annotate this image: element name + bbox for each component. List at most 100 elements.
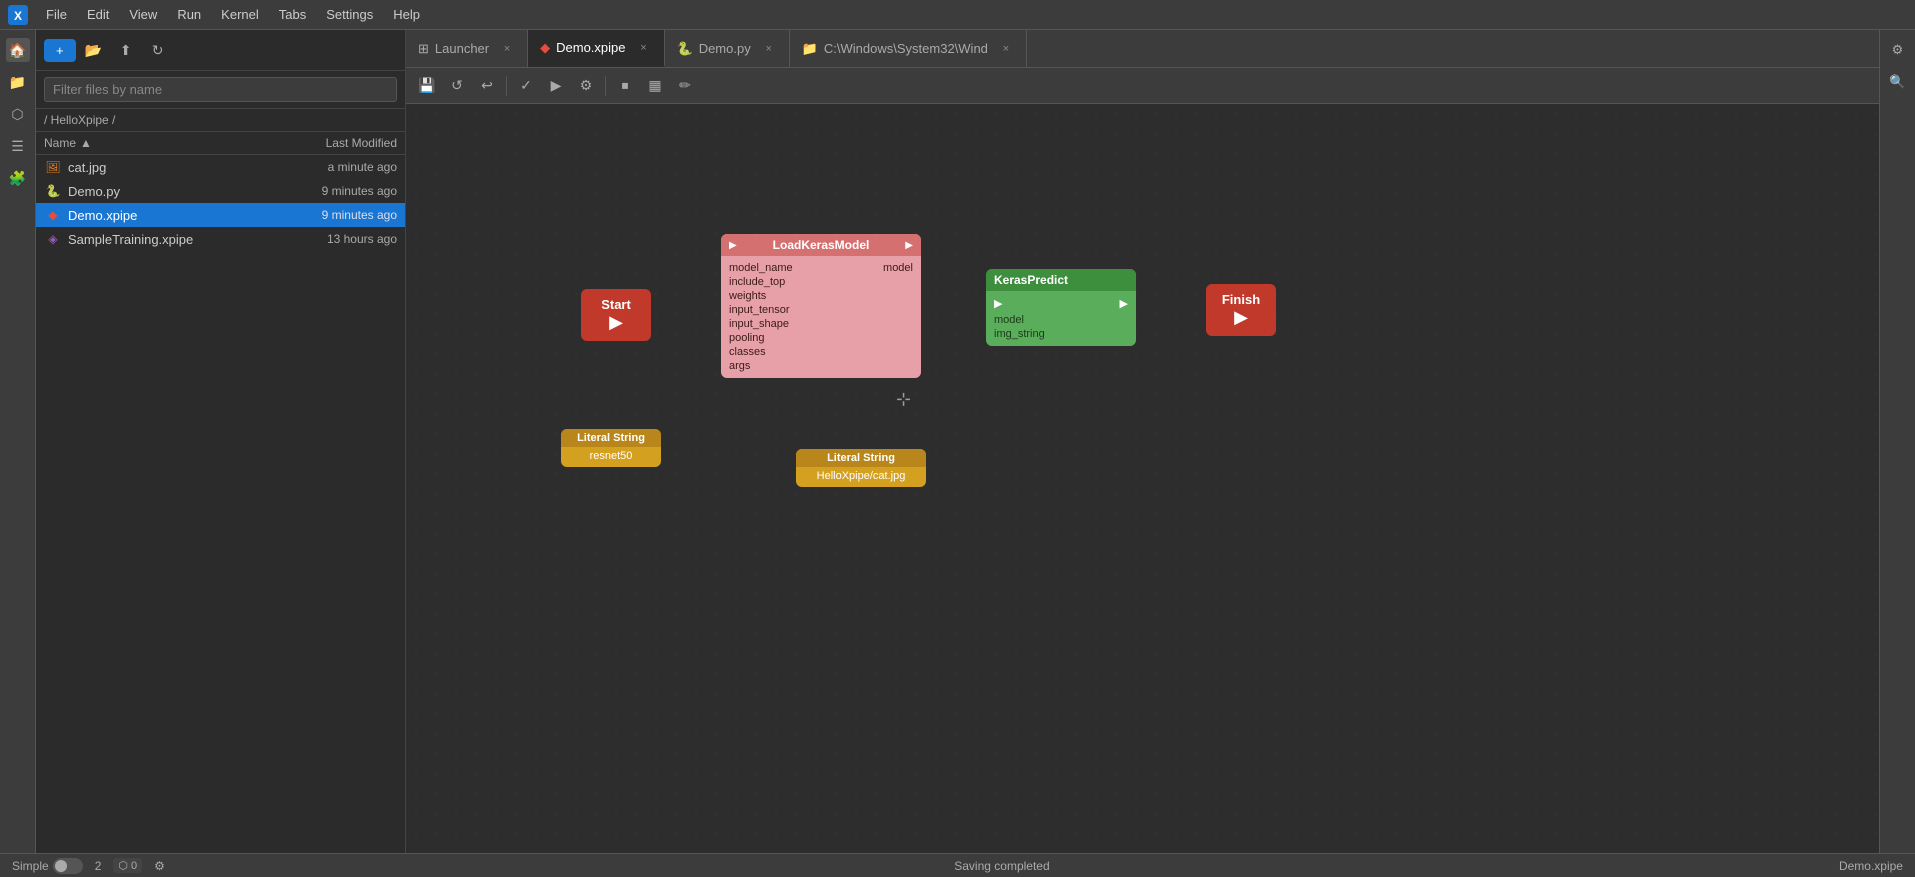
file-name: cat.jpg xyxy=(68,160,267,175)
file-item-demo-xpipe[interactable]: ◆ Demo.xpipe 9 minutes ago xyxy=(36,203,405,227)
svg-text:X: X xyxy=(14,9,22,23)
file-name: Demo.xpipe xyxy=(68,208,267,223)
tab-close-system32[interactable]: × xyxy=(998,41,1014,57)
upload-button[interactable]: ⬆ xyxy=(112,36,140,64)
file-list-header: Name ▲ Last Modified xyxy=(36,132,405,155)
status-message: Saving completed xyxy=(954,859,1049,873)
file-item-cat[interactable]: 🖼 cat.jpg a minute ago xyxy=(36,155,405,179)
node-literal-string-1[interactable]: Literal String resnet50 xyxy=(561,429,661,467)
tab-close-demo-xpipe[interactable]: × xyxy=(636,40,652,56)
tabs-bar: ⊞ Launcher × ◆ Demo.xpipe × 🐍 Demo.py × … xyxy=(406,30,1879,68)
tab-label: Demo.py xyxy=(699,41,751,56)
right-settings-icon[interactable]: ⚙ xyxy=(1886,38,1910,62)
tab-demo-xpipe[interactable]: ◆ Demo.xpipe × xyxy=(528,30,664,67)
sidebar-icon-list[interactable]: ☰ xyxy=(6,134,30,158)
check-button[interactable]: ✓ xyxy=(513,73,539,99)
toolbar-separator-2 xyxy=(605,76,606,96)
sidebar-icon-files[interactable]: 📁 xyxy=(6,70,30,94)
tab-launcher[interactable]: ⊞ Launcher × xyxy=(406,30,528,67)
node-finish[interactable]: Finish ▶ xyxy=(1206,284,1276,336)
left-sidebar: 🏠 📁 ⬡ ☰ 🧩 xyxy=(0,30,36,853)
save-button[interactable]: 💾 xyxy=(414,73,440,99)
menu-run[interactable]: Run xyxy=(169,5,209,24)
app-logo: X xyxy=(8,5,28,25)
lkm-port-input-tensor: input_tensor xyxy=(729,304,913,316)
tab-label: Launcher xyxy=(435,41,489,56)
sidebar-icon-home[interactable]: 🏠 xyxy=(6,38,30,62)
sidebar-icon-extensions[interactable]: 🧩 xyxy=(6,166,30,190)
plus-icon: + xyxy=(56,43,64,58)
file-item-sample-training[interactable]: ◈ SampleTraining.xpipe 13 hours ago xyxy=(36,227,405,251)
tab-system32[interactable]: 📁 C:\Windows\System32\Wind × xyxy=(790,30,1027,67)
file-name: SampleTraining.xpipe xyxy=(68,232,267,247)
search-bar xyxy=(36,71,405,109)
lkm-port-pooling: pooling xyxy=(729,332,913,344)
menu-kernel[interactable]: Kernel xyxy=(213,5,267,24)
column-modified[interactable]: Last Modified xyxy=(267,136,397,150)
edit-button[interactable]: ✏ xyxy=(672,73,698,99)
settings-button[interactable]: ⚙ xyxy=(573,73,599,99)
new-button[interactable]: + + xyxy=(44,39,76,62)
node-finish-label: Finish xyxy=(1222,292,1260,307)
node-keras-predict[interactable]: KerasPredict ▶ ▶ model img_string xyxy=(986,269,1136,346)
connections-svg xyxy=(406,104,706,254)
menu-file[interactable]: File xyxy=(38,5,75,24)
right-sidebar: ⚙ 🔍 xyxy=(1879,30,1915,853)
pipeline-canvas[interactable]: Start ▶ ▶ LoadKerasModel ▶ model_name mo xyxy=(406,104,1879,853)
active-file: Demo.xpipe xyxy=(1839,859,1903,873)
menu-settings[interactable]: Settings xyxy=(318,5,381,24)
lkm-port-weights: weights xyxy=(729,290,913,302)
simple-toggle[interactable]: Simple xyxy=(12,858,83,874)
lkm-port-classes: classes xyxy=(729,346,913,358)
grid-button[interactable]: ▦ xyxy=(642,73,668,99)
right-inspector-icon[interactable]: 🔍 xyxy=(1886,70,1910,94)
menu-edit[interactable]: Edit xyxy=(79,5,117,24)
move-cursor: ⊹ xyxy=(896,389,911,410)
node-start[interactable]: Start ▶ xyxy=(581,289,651,341)
node-finish-play: ▶ xyxy=(1234,307,1248,328)
tab-close-demo-py[interactable]: × xyxy=(761,41,777,57)
undo-button[interactable]: ↩ xyxy=(474,73,500,99)
run-button[interactable]: ▶ xyxy=(543,73,569,99)
open-folder-button[interactable]: 📂 xyxy=(80,36,108,64)
lkm-input-port: ▶ xyxy=(729,240,737,251)
file-modified: 9 minutes ago xyxy=(267,184,397,198)
refresh-button[interactable]: ↻ xyxy=(144,36,172,64)
toolbar-separator xyxy=(506,76,507,96)
node-start-label: Start xyxy=(601,297,631,312)
xpipe-sample-icon: ◈ xyxy=(44,230,62,248)
lkm-title: LoadKerasModel xyxy=(773,238,870,252)
content-area: ⊞ Launcher × ◆ Demo.xpipe × 🐍 Demo.py × … xyxy=(406,30,1879,853)
node-literal-string-2[interactable]: Literal String HelloXpipe/cat.jpg xyxy=(796,449,926,487)
settings-badge-icon: ⚙ xyxy=(154,859,165,873)
statusbar: Simple 2 ⬡ 0 ⚙ Saving completed Demo.xpi… xyxy=(0,853,1915,877)
tab-close-launcher[interactable]: × xyxy=(499,41,515,57)
file-toolbar: + + 📂 ⬆ ↻ xyxy=(36,30,405,71)
search-input[interactable] xyxy=(44,77,397,102)
statusbar-left: Simple 2 ⬡ 0 ⚙ xyxy=(12,858,165,874)
tab-label: Demo.xpipe xyxy=(556,40,625,55)
tab-demo-py[interactable]: 🐍 Demo.py × xyxy=(665,30,790,67)
sidebar-icon-layers[interactable]: ⬡ xyxy=(6,102,30,126)
reload-button[interactable]: ↺ xyxy=(444,73,470,99)
node-load-keras-model[interactable]: ▶ LoadKerasModel ▶ model_name model incl… xyxy=(721,234,921,378)
folder-tab-icon: 📁 xyxy=(802,41,818,57)
lit2-header: Literal String xyxy=(796,449,926,467)
menu-tabs[interactable]: Tabs xyxy=(271,5,314,24)
kp-port-row: ▶ ▶ xyxy=(994,297,1128,310)
jpg-icon: 🖼 xyxy=(44,158,62,176)
py-icon: 🐍 xyxy=(44,182,62,200)
stop-button[interactable]: ⏹ xyxy=(612,73,638,99)
kernel-count: 2 xyxy=(95,859,102,873)
menu-help[interactable]: Help xyxy=(385,5,428,24)
lkm-port-include-top: include_top xyxy=(729,276,913,288)
menu-view[interactable]: View xyxy=(121,5,165,24)
node-start-play: ▶ xyxy=(609,312,623,333)
breadcrumb: / HelloXpipe / xyxy=(36,109,405,132)
xpipe-icon: ◆ xyxy=(44,206,62,224)
file-item-demo-py[interactable]: 🐍 Demo.py 9 minutes ago xyxy=(36,179,405,203)
column-name[interactable]: Name ▲ xyxy=(44,136,267,150)
toggle-track[interactable] xyxy=(53,858,83,874)
file-panel: + + 📂 ⬆ ↻ / HelloXpipe / Name ▲ Last Mod… xyxy=(36,30,406,853)
lit1-header: Literal String xyxy=(561,429,661,447)
